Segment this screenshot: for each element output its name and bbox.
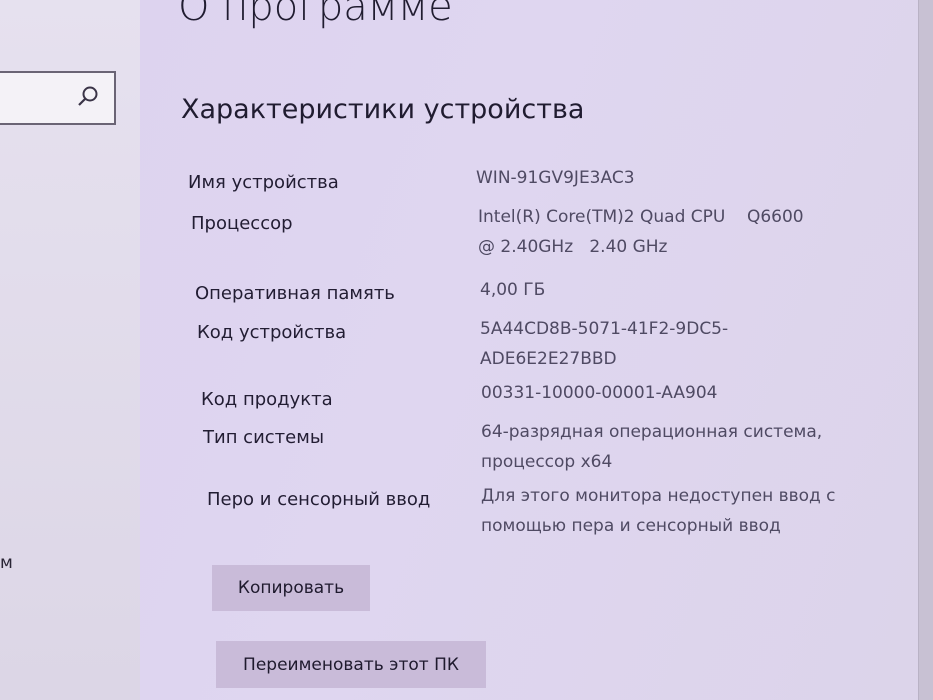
spec-label-device-id: Код устройства bbox=[197, 322, 347, 343]
spec-label-device-name: Имя устройства bbox=[188, 172, 339, 193]
settings-search-input[interactable] bbox=[0, 71, 116, 125]
rename-pc-button[interactable]: Переименовать этот ПК bbox=[216, 641, 486, 688]
spec-value-pen-touch: Для этого монитора недоступен ввод с пом… bbox=[481, 481, 836, 541]
spec-value-device-name: WIN-91GV9JE3AC3 bbox=[476, 163, 635, 193]
spec-value-ram: 4,00 ГБ bbox=[480, 275, 545, 305]
spec-value-line: процессор x64 bbox=[481, 452, 613, 472]
spec-value-line: Intel(R) Core(TM)2 Quad CPU Q6600 bbox=[478, 207, 804, 227]
section-title: Характеристики устройства bbox=[181, 94, 585, 125]
search-icon[interactable] bbox=[76, 85, 100, 109]
spec-label-system-type: Тип системы bbox=[203, 427, 325, 448]
spec-label-processor: Процессор bbox=[191, 213, 293, 234]
spec-label-ram: Оперативная память bbox=[195, 283, 395, 304]
spec-value-device-id: 5A44CD8B-5071-41F2-9DC5- ADE6E2E27BBD bbox=[480, 314, 728, 374]
spec-value-line: @ 2.40GHz 2.40 GHz bbox=[478, 237, 668, 257]
settings-nav-pane: м bbox=[0, 0, 140, 700]
page-title: О программе bbox=[178, 0, 453, 30]
spec-value-line: 64-разрядная операционная система, bbox=[481, 422, 823, 442]
spec-value-line: помощью пера и сенсорный ввод bbox=[481, 516, 781, 536]
spec-label-product-id: Код продукта bbox=[201, 389, 333, 410]
spec-value-line: 5A44CD8B-5071-41F2-9DC5- bbox=[480, 319, 729, 339]
spec-value-line: 4,00 ГБ bbox=[480, 280, 546, 300]
spec-label-pen-touch: Перо и сенсорный ввод bbox=[207, 489, 431, 510]
spec-value-product-id: 00331-10000-00001-AA904 bbox=[481, 378, 717, 408]
spec-value-line: 00331-10000-00001-AA904 bbox=[481, 383, 718, 403]
nav-item-fragment[interactable]: м bbox=[0, 553, 13, 573]
spec-value-line: ADE6E2E27BBD bbox=[480, 349, 617, 369]
window-edge bbox=[918, 0, 933, 700]
spec-value-line: Для этого монитора недоступен ввод с bbox=[481, 486, 836, 506]
copy-button[interactable]: Копировать bbox=[212, 565, 370, 611]
spec-value-processor: Intel(R) Core(TM)2 Quad CPU Q6600 @ 2.40… bbox=[478, 202, 804, 262]
spec-value-line: WIN-91GV9JE3AC3 bbox=[476, 168, 635, 188]
spec-value-system-type: 64-разрядная операционная система, проце… bbox=[481, 417, 822, 477]
